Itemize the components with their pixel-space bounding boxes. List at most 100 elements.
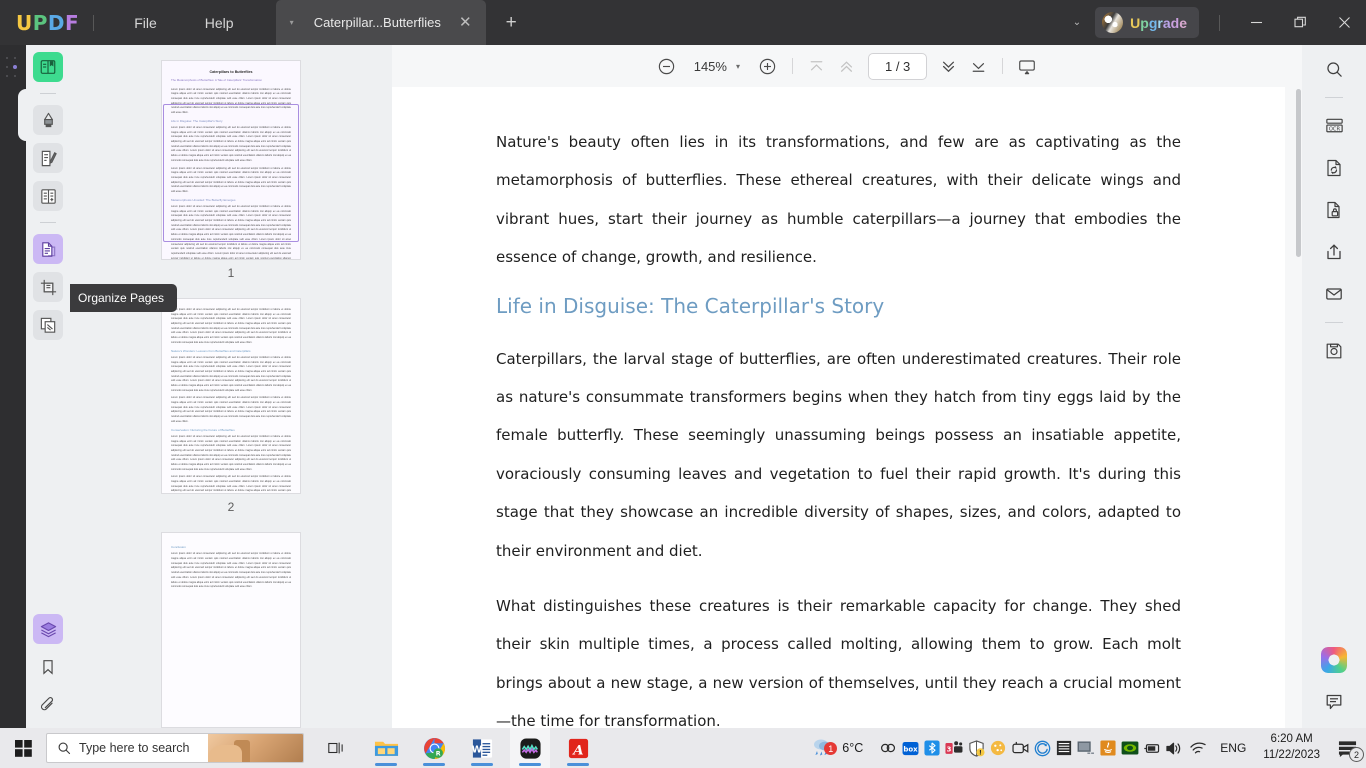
sidebar-divider	[40, 93, 56, 94]
ocr-icon[interactable]: OCR	[1318, 110, 1350, 142]
thumbnail-page-image[interactable]: Lorem ipsum dolor sit amet consectetur a…	[161, 298, 301, 494]
document-heading: Life in Disguise: The Caterpillar's Stor…	[496, 294, 1181, 318]
teams-icon[interactable]: 3	[943, 728, 965, 768]
list-icon[interactable]	[1053, 728, 1075, 768]
ai-assistant-icon[interactable]	[1318, 644, 1350, 676]
svg-text:W: W	[471, 744, 482, 755]
thumbnail-panel[interactable]: Caterpillars to ButterfliesThe Metamorph…	[70, 45, 392, 728]
thumbnail-text-block: Lorem ipsum dolor sit amet consectetur a…	[171, 88, 291, 116]
search-icon[interactable]	[1318, 53, 1350, 85]
panel-drag-handle[interactable]	[6, 57, 20, 79]
taskbar-search-icon	[57, 741, 71, 755]
share-icon[interactable]	[1318, 236, 1350, 268]
thumbnail-page-image[interactable]: ConclusionLorem ipsum dolor sit amet con…	[161, 532, 301, 728]
thumbnail-heading: Metamorphosis Unveiled: The Butterfly Em…	[171, 198, 291, 203]
security-warning-icon[interactable]: !	[965, 728, 987, 768]
camera-icon[interactable]	[1009, 728, 1031, 768]
weather-widget[interactable]: 1 6°C	[811, 736, 863, 760]
task-view-icon[interactable]	[316, 728, 356, 768]
save-icon[interactable]	[1318, 335, 1350, 367]
thumbnail-item[interactable]: Caterpillars to ButterfliesThe Metamorph…	[161, 60, 301, 260]
window-controls-divider	[1219, 15, 1220, 31]
search-placeholder: Type here to search	[79, 741, 189, 755]
upgrade-button[interactable]: U p g r a d e	[1095, 7, 1199, 38]
weather-temperature: 6°C	[842, 741, 863, 755]
first-page-button[interactable]	[802, 51, 832, 81]
audio-app-icon[interactable]	[510, 728, 550, 768]
search-input[interactable]: Type here to search	[46, 733, 304, 763]
svg-text:!: !	[979, 749, 982, 756]
thumbnail-text-block: Lorem ipsum dolor sit amet consectetur a…	[171, 435, 291, 473]
presentation-mode-button[interactable]	[1012, 51, 1042, 81]
new-tab-button[interactable]: +	[500, 13, 523, 32]
thumbnail-item[interactable]: Lorem ipsum dolor sit amet consectetur a…	[161, 298, 301, 494]
menu-help[interactable]: Help	[191, 9, 248, 37]
titlebar-divider	[93, 15, 94, 31]
sync-icon[interactable]	[1031, 728, 1053, 768]
last-page-button[interactable]	[963, 51, 993, 81]
box-icon[interactable]: box	[899, 728, 921, 768]
email-icon[interactable]	[1318, 278, 1350, 310]
document-viewport[interactable]: Nature's beauty often lies in its transf…	[392, 87, 1302, 728]
sidebar-item-reader-mode[interactable]	[33, 52, 63, 82]
document-tab[interactable]: ▾ Caterpillar...Butterflies ✕	[276, 0, 486, 45]
sidebar-item-edit-pdf[interactable]	[33, 143, 63, 173]
zoom-in-button[interactable]	[753, 51, 783, 81]
convert-pdf-icon[interactable]	[1318, 152, 1350, 184]
tab-close-icon[interactable]: ✕	[455, 15, 476, 30]
protect-pdf-icon[interactable]	[1318, 194, 1350, 226]
word-icon[interactable]: W	[462, 728, 502, 768]
close-button[interactable]	[1322, 0, 1366, 45]
svg-text:3: 3	[947, 746, 952, 754]
language-indicator[interactable]: ENG	[1211, 741, 1255, 755]
acrobat-icon[interactable]: A	[558, 728, 598, 768]
volume-icon[interactable]	[1163, 728, 1185, 768]
next-page-button[interactable]	[933, 51, 963, 81]
java-icon[interactable]	[1097, 728, 1119, 768]
zoom-out-button[interactable]	[652, 51, 682, 81]
comment-icon[interactable]	[1318, 686, 1350, 718]
maximize-restore-button[interactable]	[1278, 0, 1322, 45]
svg-text:R: R	[435, 750, 440, 757]
sidebar-item-bookmark[interactable]	[33, 652, 63, 682]
updf-logo: U P D F	[16, 11, 79, 35]
logo-letter-d: D	[48, 11, 65, 35]
thumbnail-page-image[interactable]: Caterpillars to ButterfliesThe Metamorph…	[161, 60, 301, 260]
cookie-icon[interactable]	[987, 728, 1009, 768]
sidebar-item-crop-pages[interactable]	[33, 272, 63, 302]
start-button[interactable]	[0, 728, 46, 768]
menu-file[interactable]: File	[120, 9, 171, 37]
battery-icon[interactable]	[1141, 728, 1163, 768]
nvidia-icon[interactable]	[1119, 728, 1141, 768]
titlebar-right-group: ⌄ U p g r a d e	[1059, 0, 1366, 45]
running-indicator	[375, 763, 397, 766]
clock[interactable]: 6:20 AM 11/22/2023	[1255, 732, 1328, 763]
sidebar-item-comment[interactable]	[33, 105, 63, 135]
file-explorer-icon[interactable]	[366, 728, 406, 768]
sidebar-item-edit-page[interactable]	[33, 181, 63, 211]
thumbnail-page-number: 1	[228, 266, 235, 280]
wifi-icon[interactable]	[1185, 728, 1211, 768]
zoom-dropdown-caret-icon[interactable]: ▾	[731, 57, 745, 76]
chrome-icon[interactable]: R	[414, 728, 454, 768]
thumbnail-text-block: Lorem ipsum dolor sit amet consectetur a…	[171, 205, 291, 260]
thumbnail-item[interactable]: ConclusionLorem ipsum dolor sit amet con…	[161, 532, 301, 728]
previous-page-button[interactable]	[832, 51, 862, 81]
upgrade-char: e	[1179, 15, 1187, 31]
document-scrollbar[interactable]	[1295, 87, 1302, 728]
minimize-button[interactable]	[1234, 0, 1278, 45]
sidebar-item-batch-pages[interactable]	[33, 310, 63, 340]
sidebar-item-organize-pages[interactable]	[33, 234, 63, 264]
sidebar-item-attachment[interactable]	[33, 690, 63, 720]
page-indicator[interactable]: 1 / 3	[868, 53, 927, 80]
scrollbar-thumb[interactable]	[1296, 89, 1301, 257]
creative-cloud-icon[interactable]	[877, 728, 899, 768]
display-icon[interactable]	[1075, 728, 1097, 768]
tab-dropdown-caret-icon[interactable]: ▾	[284, 14, 300, 31]
document-toolbar: 145% ▾ 1 / 3	[392, 45, 1302, 87]
profile-dropdown-caret-icon[interactable]: ⌄	[1059, 9, 1095, 36]
notification-center-button[interactable]: 2	[1328, 728, 1366, 768]
running-indicator	[567, 763, 589, 766]
bluetooth-icon[interactable]	[921, 728, 943, 768]
sidebar-item-layers[interactable]	[33, 614, 63, 644]
